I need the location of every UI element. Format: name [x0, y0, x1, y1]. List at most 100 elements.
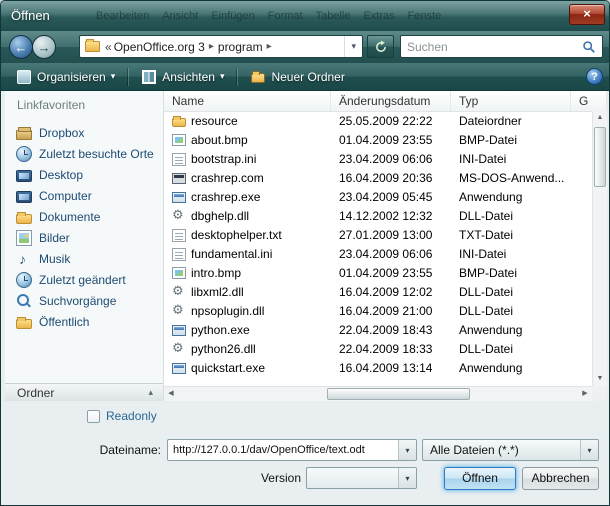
version-combobox[interactable]: ▾ — [306, 467, 417, 489]
file-row[interactable]: desktophelper.txt 27.01.2009 13:00 TXT-D… — [164, 225, 592, 244]
file-row[interactable]: intro.bmp 01.04.2009 23:55 BMP-Datei — [164, 263, 592, 282]
sidebar-item-icon — [16, 191, 32, 203]
file-name: about.bmp — [191, 133, 248, 147]
breadcrumb-separator-icon[interactable]: ▸ — [209, 41, 214, 52]
file-row[interactable]: resource 25.05.2009 22:22 Dateiordner — [164, 111, 592, 130]
filename-dropdown-button[interactable]: ▾ — [398, 440, 416, 460]
file-row[interactable]: quickstart.exe 16.04.2009 13:14 Anwendun… — [164, 358, 592, 377]
column-header-type[interactable]: Typ — [451, 91, 571, 111]
breadcrumb-segment-program[interactable]: program — [218, 40, 263, 54]
filetype-combobox[interactable]: Alle Dateien (*.*) ▾ — [422, 439, 599, 461]
horizontal-scrollbar[interactable]: ◀ ▶ — [164, 386, 592, 401]
scroll-right-icon[interactable]: ▶ — [578, 387, 592, 401]
sidebar-item[interactable]: Dokumente — [5, 206, 163, 227]
file-row[interactable]: npsoplugin.dll 16.04.2009 21:00 DLL-Date… — [164, 301, 592, 320]
file-date: 16.04.2009 13:14 — [331, 361, 451, 375]
cancel-button-label: Abbrechen — [531, 471, 589, 485]
views-button[interactable]: Ansichten ▾ — [134, 68, 232, 86]
new-folder-button[interactable]: Neuer Ordner — [243, 68, 352, 86]
back-button[interactable]: ← — [9, 35, 33, 59]
file-type-icon — [172, 342, 186, 356]
help-icon: ? — [591, 71, 598, 83]
scroll-up-icon[interactable]: ▲ — [593, 111, 607, 125]
file-row[interactable]: python.exe 22.04.2009 18:43 Anwendung — [164, 320, 592, 339]
folders-expander[interactable]: Ordner ▴ — [5, 383, 163, 401]
sidebar-item-icon — [16, 130, 32, 140]
sidebar-item-label: Bilder — [39, 231, 70, 245]
sidebar-item-label: Desktop — [39, 168, 83, 182]
filename-combobox[interactable]: ▾ — [167, 439, 417, 461]
address-dropdown-button[interactable]: ▾ — [344, 36, 362, 57]
background-menu-item: Ansicht — [162, 10, 198, 22]
file-type: DLL-Datei — [451, 304, 571, 318]
titlebar[interactable]: BearbeitenAnsichtEinfügenFormatTabelleEx… — [1, 1, 610, 31]
vertical-scrollbar[interactable]: ▲ ▼ — [592, 111, 607, 386]
file-type: BMP-Datei — [451, 133, 571, 147]
file-date: 23.04.2009 06:06 — [331, 152, 451, 166]
file-row[interactable]: fundamental.ini 23.04.2009 06:06 INI-Dat… — [164, 244, 592, 263]
column-header-size[interactable]: G — [571, 91, 607, 111]
sidebar-item-icon — [16, 251, 32, 267]
list-header: Name Änderungsdatum Typ G — [164, 91, 607, 112]
cancel-button[interactable]: Abbrechen — [522, 467, 599, 490]
forward-button[interactable]: → — [32, 35, 56, 59]
scroll-down-icon[interactable]: ▼ — [593, 372, 607, 386]
help-button[interactable]: ? — [586, 68, 603, 85]
sidebar-item-icon — [16, 214, 32, 224]
sidebar-item[interactable]: Musik — [5, 248, 163, 269]
version-dropdown-button[interactable]: ▾ — [398, 468, 416, 488]
filename-input[interactable] — [168, 444, 398, 456]
sidebar-item-icon — [16, 319, 32, 329]
close-button[interactable]: × — [569, 4, 605, 25]
sidebar-item[interactable]: Dropbox — [5, 122, 163, 143]
sidebar-item[interactable]: Suchvorgänge — [5, 290, 163, 311]
chevron-down-icon: ▾ — [111, 71, 116, 82]
file-name: intro.bmp — [191, 266, 241, 280]
sidebar-item[interactable]: Zuletzt besuchte Orte — [5, 143, 163, 164]
file-row[interactable]: crashrep.exe 23.04.2009 05:45 Anwendung — [164, 187, 592, 206]
filetype-dropdown-button[interactable]: ▾ — [580, 440, 598, 460]
file-row[interactable]: dbghelp.dll 14.12.2002 12:32 DLL-Datei — [164, 206, 592, 225]
open-file-dialog: BearbeitenAnsichtEinfügenFormatTabelleEx… — [0, 0, 610, 506]
sidebar-item[interactable]: Bilder — [5, 227, 163, 248]
folders-label: Ordner — [17, 386, 54, 400]
sidebar-item[interactable]: Desktop — [5, 164, 163, 185]
readonly-option[interactable]: Readonly — [87, 409, 157, 423]
readonly-checkbox[interactable] — [87, 410, 100, 423]
address-bar[interactable]: « OpenOffice.org 3 ▸ program ▸ ▾ — [79, 35, 363, 58]
file-type-icon — [172, 118, 186, 127]
open-button[interactable]: Öffnen — [444, 467, 516, 490]
toolbar-separator — [237, 68, 238, 86]
vertical-scroll-thumb[interactable] — [594, 127, 606, 187]
sidebar-item[interactable]: Zuletzt geändert — [5, 269, 163, 290]
file-type: DLL-Datei — [451, 209, 571, 223]
file-row[interactable]: libxml2.dll 16.04.2009 12:02 DLL-Datei — [164, 282, 592, 301]
column-header-name[interactable]: Name — [164, 91, 331, 111]
file-row[interactable]: crashrep.com 16.04.2009 20:36 MS-DOS-Anw… — [164, 168, 592, 187]
new-folder-icon — [251, 73, 265, 83]
readonly-label[interactable]: Readonly — [106, 409, 157, 423]
file-type-icon — [172, 134, 186, 146]
sidebar: Linkfavoriten Dropbox Zuletzt besuchte O… — [5, 91, 164, 401]
organize-button[interactable]: Organisieren ▾ — [9, 68, 123, 86]
forward-arrow-icon: → — [38, 40, 51, 55]
file-row[interactable]: python26.dll 22.04.2009 18:33 DLL-Datei — [164, 339, 592, 358]
file-type-icon — [172, 209, 186, 223]
scroll-left-icon[interactable]: ◀ — [164, 387, 178, 401]
file-row[interactable]: bootstrap.ini 23.04.2009 06:06 INI-Datei — [164, 149, 592, 168]
search-input[interactable] — [401, 40, 582, 54]
chevron-down-icon: ▾ — [351, 41, 356, 52]
file-row[interactable]: about.bmp 01.04.2009 23:55 BMP-Datei — [164, 130, 592, 149]
column-header-date[interactable]: Änderungsdatum — [331, 91, 451, 111]
file-date: 01.04.2009 23:55 — [331, 133, 451, 147]
file-name: desktophelper.txt — [191, 228, 282, 242]
refresh-button[interactable] — [367, 35, 394, 58]
breadcrumb-separator-icon[interactable]: ▸ — [267, 41, 272, 52]
sidebar-item[interactable]: Computer — [5, 185, 163, 206]
search-box — [400, 35, 603, 58]
breadcrumb-overflow-icon[interactable]: « — [105, 40, 112, 54]
breadcrumb-segment-openoffice[interactable]: OpenOffice.org 3 — [114, 40, 205, 54]
horizontal-scroll-thumb[interactable] — [327, 388, 470, 400]
sidebar-item[interactable]: Öffentlich — [5, 311, 163, 332]
file-name: libxml2.dll — [191, 285, 244, 299]
